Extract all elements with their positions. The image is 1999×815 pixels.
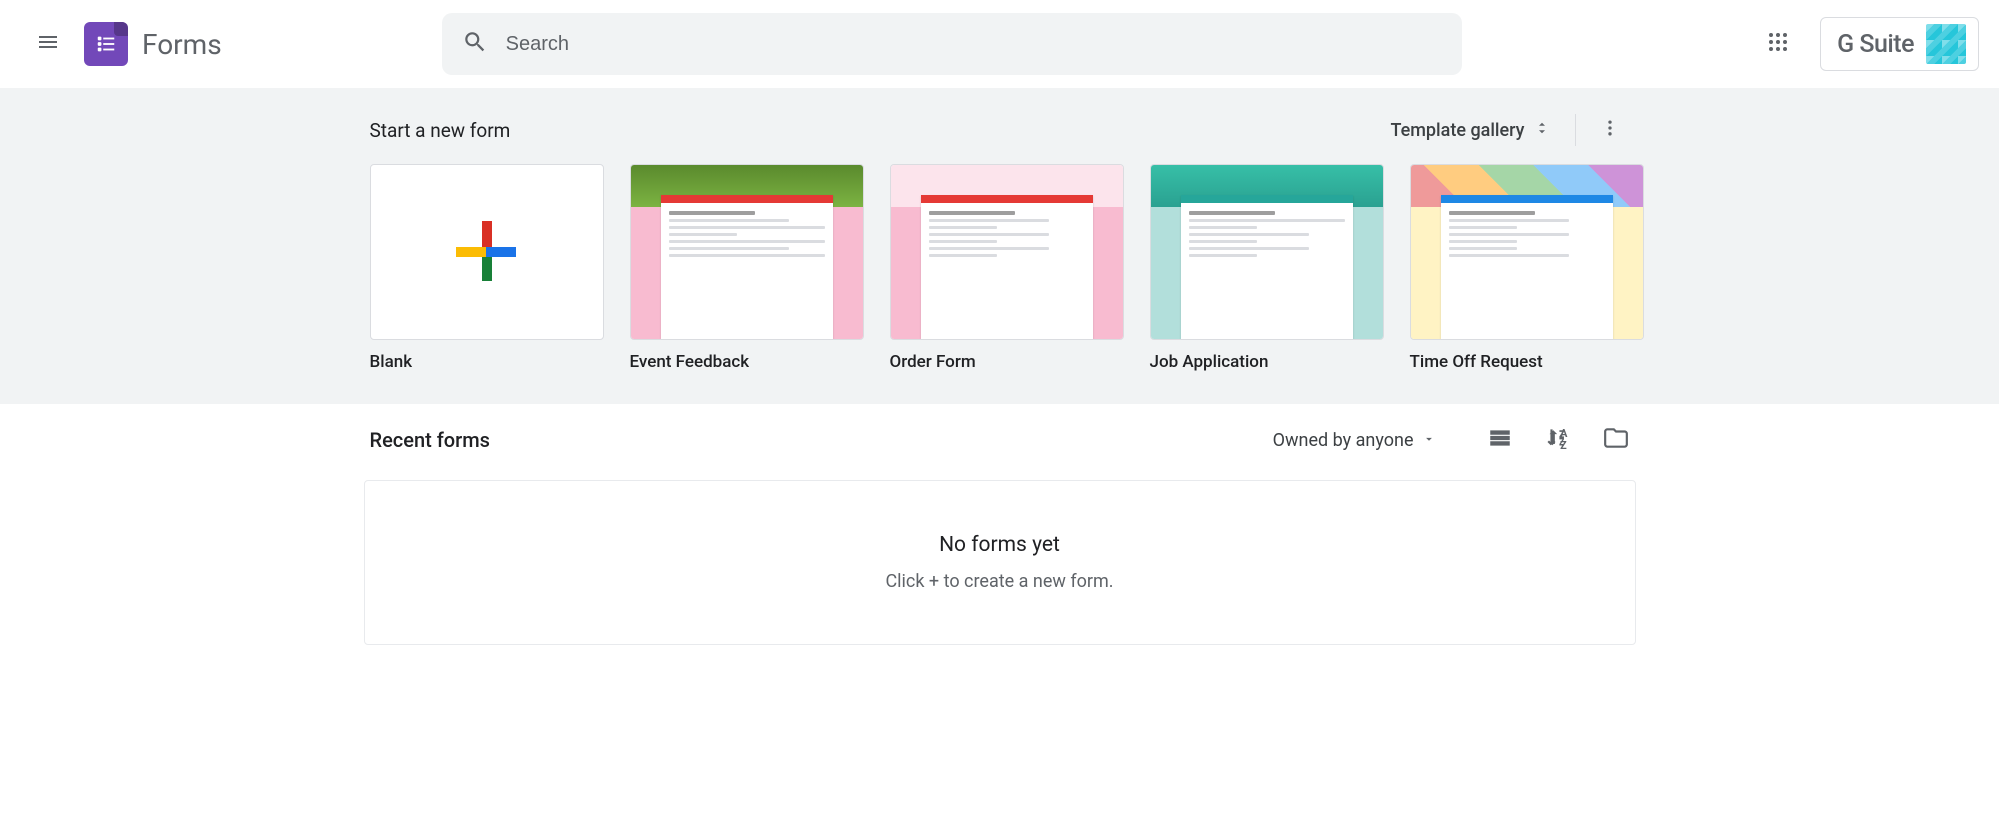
template-label: Order Form: [890, 352, 1124, 372]
ownership-filter-label: Owned by anyone: [1273, 430, 1414, 451]
templates-row: Blank: [364, 164, 1636, 372]
ownership-filter[interactable]: Owned by anyone: [1273, 430, 1436, 451]
gsuite-account-button[interactable]: G Suite: [1820, 17, 1979, 71]
empty-state: No forms yet Click + to create a new for…: [364, 480, 1636, 645]
template-label: Job Application: [1150, 352, 1384, 372]
recent-title: Recent forms: [370, 428, 490, 452]
template-blank[interactable]: Blank: [370, 164, 604, 372]
template-event-feedback[interactable]: Event Feedback: [630, 164, 864, 372]
template-thumbnail: [1150, 164, 1384, 340]
templates-header: Start a new form Template gallery: [364, 110, 1636, 150]
avatar: [1926, 24, 1966, 64]
unfold-icon: [1533, 119, 1551, 142]
template-thumbnail: [1410, 164, 1644, 340]
dropdown-icon: [1422, 430, 1436, 451]
open-file-picker-button[interactable]: [1602, 426, 1630, 454]
template-label: Time Off Request: [1410, 352, 1644, 372]
view-controls: AZ: [1486, 426, 1630, 454]
app-name: Forms: [142, 28, 222, 61]
template-time-off[interactable]: Time Off Request: [1410, 164, 1644, 372]
apps-icon: [1766, 30, 1790, 58]
template-job-application[interactable]: Job Application: [1150, 164, 1384, 372]
templates-title: Start a new form: [370, 119, 511, 142]
svg-text:Z: Z: [1560, 439, 1567, 451]
search-container[interactable]: [442, 13, 1462, 75]
divider: [1575, 114, 1576, 146]
header-right: G Suite: [1754, 17, 1979, 71]
main-menu-button[interactable]: [24, 20, 72, 68]
recent-section: Recent forms Owned by anyone: [0, 404, 1999, 685]
templates-section: Start a new form Template gallery: [0, 88, 1999, 404]
plus-icon: [370, 164, 604, 340]
list-view-icon: [1487, 425, 1513, 455]
search-icon: [462, 29, 488, 59]
search-input[interactable]: [506, 33, 1442, 56]
app-header: Forms G Suite: [0, 0, 1999, 88]
sort-az-icon: AZ: [1545, 425, 1571, 455]
empty-state-subtitle: Click + to create a new form.: [365, 571, 1635, 592]
template-thumbnail: [630, 164, 864, 340]
templates-actions: Template gallery: [1380, 110, 1629, 150]
menu-icon: [36, 30, 60, 58]
recent-controls: Owned by anyone AZ: [1273, 426, 1630, 454]
google-apps-button[interactable]: [1754, 20, 1802, 68]
gsuite-label: G Suite: [1837, 30, 1914, 59]
template-gallery-button[interactable]: Template gallery: [1380, 111, 1560, 150]
logo-area[interactable]: Forms: [84, 22, 222, 66]
more-vert-icon: [1600, 118, 1620, 142]
template-gallery-label: Template gallery: [1390, 120, 1524, 141]
template-order-form[interactable]: Order Form: [890, 164, 1124, 372]
template-label: Blank: [370, 352, 604, 372]
folder-icon: [1603, 425, 1629, 455]
recent-header: Recent forms Owned by anyone: [364, 426, 1636, 454]
templates-more-button[interactable]: [1590, 110, 1630, 150]
template-label: Event Feedback: [630, 352, 864, 372]
empty-state-title: No forms yet: [365, 533, 1635, 557]
forms-logo-icon: [84, 22, 128, 66]
list-view-button[interactable]: [1486, 426, 1514, 454]
template-thumbnail: [890, 164, 1124, 340]
sort-button[interactable]: AZ: [1544, 426, 1572, 454]
